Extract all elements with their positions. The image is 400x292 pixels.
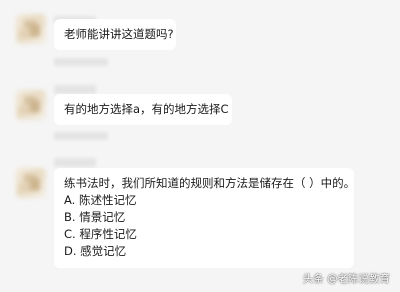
nickname-placeholder — [54, 158, 96, 167]
message-bubble[interactable]: 有的地方选择a，有的地方选择C — [54, 94, 232, 125]
timestamp-placeholder — [54, 132, 108, 140]
timestamp-placeholder — [54, 58, 108, 66]
watermark: 头条 @老陈说教育 — [302, 273, 390, 285]
message-bubble[interactable]: 老师能讲讲这道题吗? — [54, 19, 176, 50]
option-d: D. 感觉记忆 — [64, 244, 127, 258]
option-b: B. 情景记忆 — [64, 210, 126, 224]
question-text: 练书法时，我们所知道的规则和方法是储存在（ ）中的。 — [64, 176, 356, 190]
avatar[interactable] — [16, 14, 46, 44]
message-text: 有的地方选择a，有的地方选择C — [64, 102, 229, 116]
nickname-placeholder — [54, 85, 96, 94]
question-bubble[interactable]: 练书法时，我们所知道的规则和方法是储存在（ ）中的。 A. 陈述性记忆 B. 情… — [54, 168, 356, 268]
avatar[interactable] — [16, 168, 46, 198]
message-text: 老师能讲讲这道题吗? — [64, 27, 174, 41]
option-c: C. 程序性记忆 — [64, 227, 137, 241]
option-a: A. 陈述性记忆 — [64, 193, 137, 207]
avatar[interactable] — [16, 90, 46, 120]
chat-screen: 老师能讲讲这道题吗? 有的地方选择a，有的地方选择C 练书法时，我们所知道的规则… — [0, 0, 400, 292]
